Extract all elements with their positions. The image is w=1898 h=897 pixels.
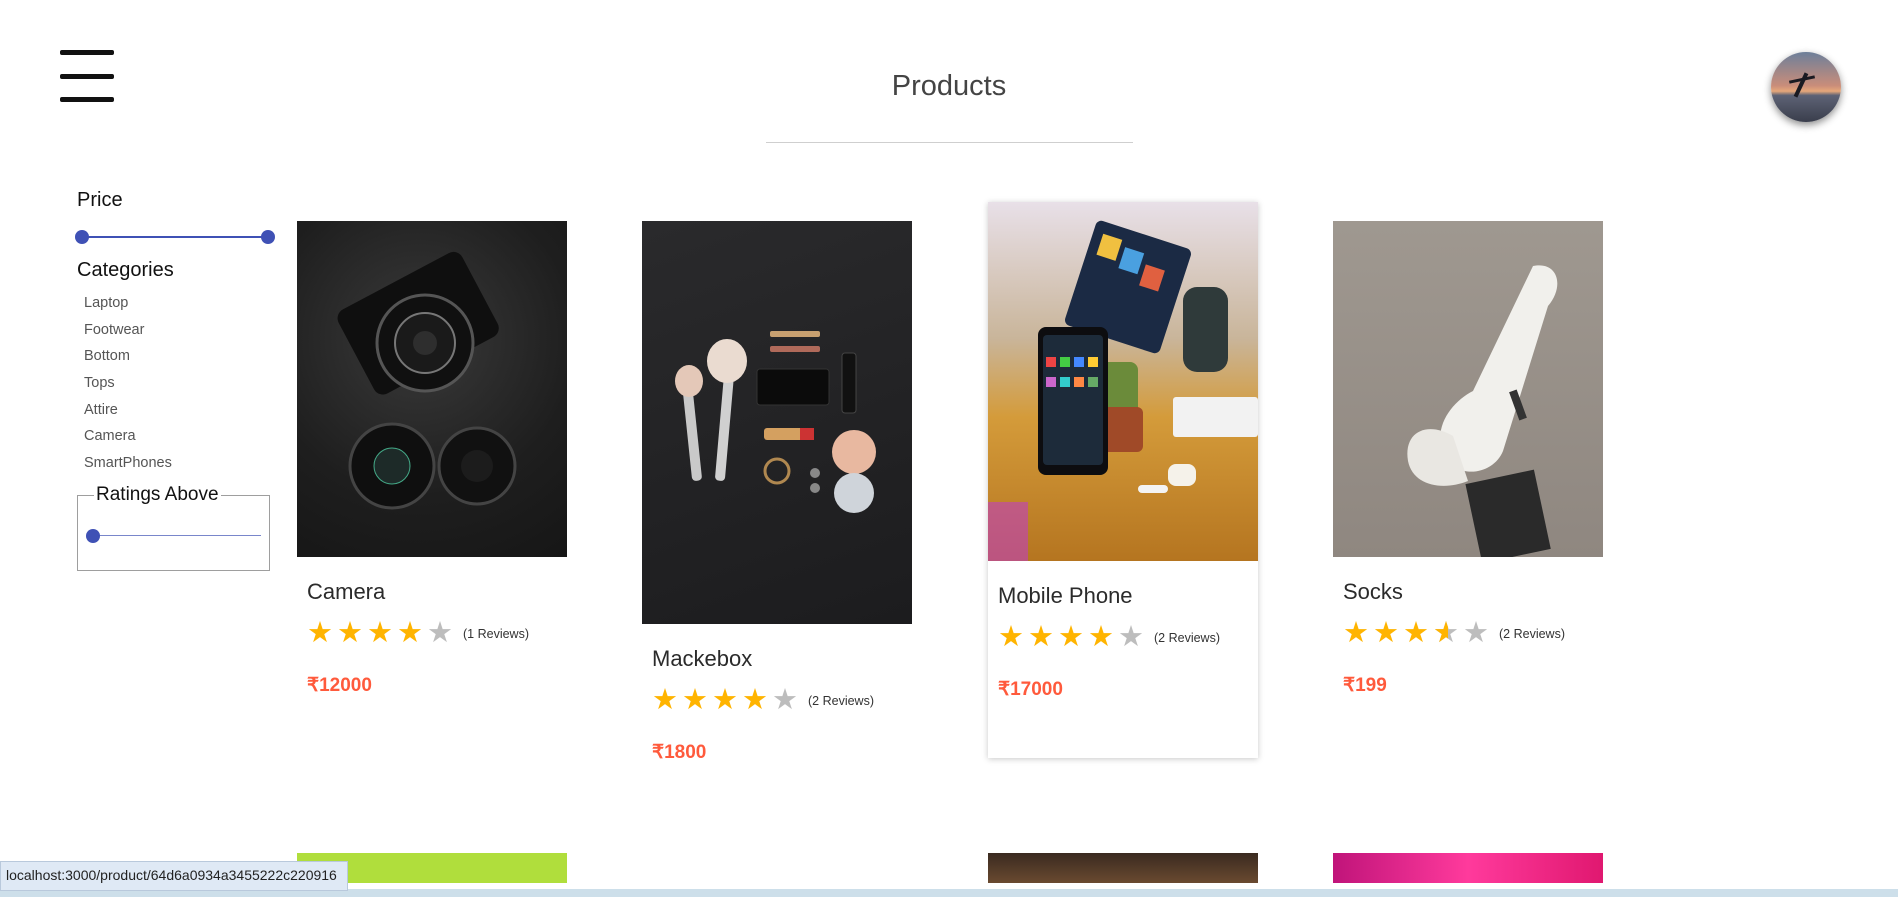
ratings-filter-title: Ratings Above (94, 484, 221, 506)
star-rating: ★ ★ ★ ★ ★ (307, 619, 457, 648)
star-icon: ★ (682, 684, 708, 716)
category-list: Laptop Footwear Bottom Tops Attire Camer… (84, 292, 172, 479)
product-card-mackebox[interactable]: Mackebox ★ ★ ★ ★ ★ (2 Reviews) ₹1800 (642, 221, 912, 764)
category-item-bottom[interactable]: Bottom (84, 345, 172, 372)
star-icon: ★ (1343, 617, 1369, 649)
product-image (642, 221, 912, 624)
product-card-socks[interactable]: Socks ★★★★★ (2 Reviews) ₹199 (1333, 221, 1603, 697)
product-price: ₹17000 (998, 679, 1063, 700)
star-rating: ★ ★ ★ ★ ★ (998, 623, 1148, 652)
product-card-camera[interactable]: Camera ★ ★ ★ ★ ★ (1 Reviews) ₹12000 (297, 221, 567, 697)
star-icon: ★ (1373, 617, 1399, 649)
category-item-footwear[interactable]: Footwear (84, 319, 172, 346)
star-icon: ★ (1028, 621, 1054, 653)
user-avatar[interactable] (1771, 52, 1841, 122)
categories-title: Categories (77, 259, 174, 281)
star-icon: ★ (1088, 621, 1114, 653)
product-rating: ★ ★ ★ ★ ★ (1 Reviews) (307, 619, 567, 648)
product-image (297, 221, 567, 557)
category-item-tops[interactable]: Tops (84, 372, 172, 399)
star-icon: ★ (998, 621, 1024, 653)
review-count: (1 Reviews) (463, 626, 529, 641)
category-item-attire[interactable]: Attire (84, 399, 172, 426)
price-max-handle[interactable] (261, 230, 275, 244)
price-filter-title: Price (77, 189, 123, 211)
ratings-filter: Ratings Above (77, 484, 270, 571)
review-count: (2 Reviews) (1499, 626, 1565, 641)
product-name: Mackebox (652, 646, 753, 671)
category-item-camera[interactable]: Camera (84, 425, 172, 452)
review-count: (2 Reviews) (808, 693, 874, 708)
star-icon: ★ (367, 617, 393, 649)
product-rating: ★★★★★ (2 Reviews) (652, 686, 912, 715)
star-icon: ★ (712, 684, 738, 716)
ratings-slider[interactable] (86, 529, 261, 543)
product-rating: ★★★★★ (2 Reviews) (998, 623, 1258, 652)
star-icon: ★ (1403, 617, 1429, 649)
product-name: Mobile Phone (998, 583, 1133, 608)
product-name: Socks (1343, 579, 1403, 604)
star-icon: ★ (337, 617, 363, 649)
star-icon: ★ (1463, 617, 1489, 649)
category-item-laptop[interactable]: Laptop (84, 292, 172, 319)
product-price: ₹199 (1343, 675, 1387, 696)
star-icon: ★ (397, 617, 423, 649)
product-card-row2-3[interactable] (988, 853, 1258, 883)
product-image (988, 202, 1258, 561)
star-icon: ★ (772, 684, 798, 716)
star-rating: ★ ★ ★ ★ ★ (1343, 617, 1493, 649)
product-price: ₹1800 (652, 742, 707, 763)
product-name: Camera (307, 579, 386, 604)
product-card-row2-4[interactable] (1333, 853, 1603, 883)
star-icon: ★ (427, 617, 453, 649)
category-item-smartphones[interactable]: SmartPhones (84, 452, 172, 479)
star-rating: ★ ★ ★ ★ ★ (652, 686, 802, 715)
product-card-mobile-phone[interactable]: Mobile Phone ★ ★ ★ ★ ★ (2 Reviews) ₹17000 (988, 202, 1258, 758)
title-divider (766, 142, 1133, 143)
star-icon: ★ (1433, 619, 1463, 649)
price-min-handle[interactable] (75, 230, 89, 244)
page-title: Products (891, 70, 1007, 102)
star-icon: ★ (652, 684, 678, 716)
product-image (1333, 221, 1603, 557)
star-icon: ★ (1118, 621, 1144, 653)
ratings-handle[interactable] (86, 529, 100, 543)
status-bar-url: localhost:3000/product/64d6a0934a3455222… (0, 861, 348, 891)
star-icon: ★ (1058, 621, 1084, 653)
star-icon: ★ (307, 617, 333, 649)
product-price: ₹12000 (307, 675, 372, 696)
product-rating: ★★★★★ (2 Reviews) (1343, 617, 1603, 649)
star-icon: ★ (742, 684, 768, 716)
price-range-slider[interactable] (75, 230, 275, 244)
review-count: (2 Reviews) (1154, 630, 1220, 645)
